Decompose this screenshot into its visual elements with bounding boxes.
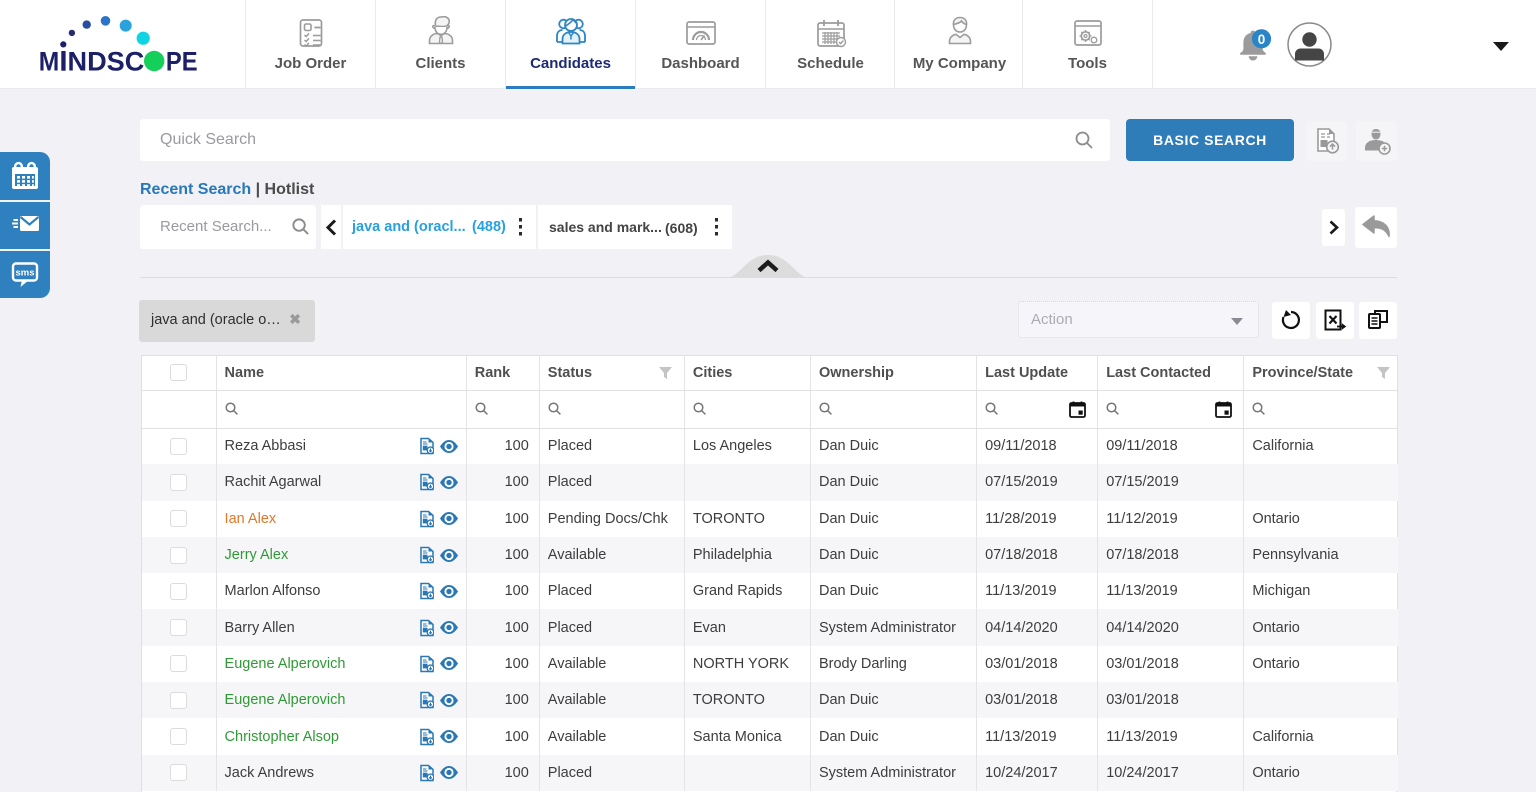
svg-text:sms: sms [15,267,34,278]
svg-text:0: 0 [1258,32,1266,47]
svg-text:NDSC: NDSC [68,47,145,77]
svg-text:M: M [39,47,60,77]
svg-text:PE: PE [166,47,198,77]
